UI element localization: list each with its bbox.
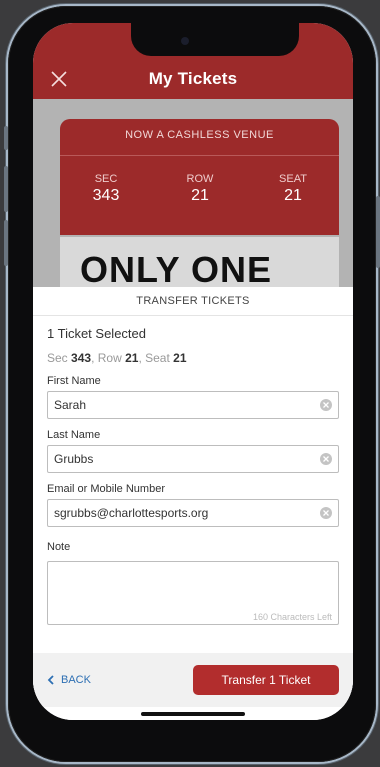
close-button[interactable] [47, 67, 71, 91]
first-name-input[interactable]: Sarah [47, 391, 339, 419]
seat-column: SEAT 21 [263, 173, 323, 205]
back-button[interactable]: BACK [47, 674, 91, 686]
camera-dot [181, 37, 189, 45]
ticket-divider [60, 155, 339, 156]
row-column: ROW 21 [170, 173, 230, 205]
volume-up-button [4, 166, 8, 212]
power-button [376, 196, 380, 268]
row-label: ROW [186, 173, 214, 185]
clear-icon[interactable] [320, 453, 332, 465]
row-value: 21 [191, 187, 209, 204]
sheet-content: 1 Ticket Selected Sec 343, Row 21, Seat … [33, 326, 353, 625]
clear-icon[interactable] [320, 507, 332, 519]
last-name-input[interactable]: Grubbs [47, 445, 339, 473]
action-bar: BACK Transfer 1 Ticket [33, 653, 353, 707]
last-name-value: Grubbs [54, 452, 94, 466]
close-icon [51, 71, 67, 87]
volume-down-button [4, 220, 8, 266]
mute-switch [4, 126, 8, 150]
contact-input[interactable]: sgrubbs@charlottesports.org [47, 499, 339, 527]
seat-value: 21 [284, 187, 302, 204]
seat-line: Sec 343, Row 21, Seat 21 [47, 351, 187, 365]
home-indicator[interactable] [141, 712, 245, 716]
note-field: Note 160 Characters Left [47, 537, 339, 625]
sheet-header: TRANSFER TICKETS [33, 287, 353, 316]
phone-screen: My Tickets NOW A CASHLESS VENUE SEC 343 … [33, 23, 353, 720]
note-textarea[interactable]: 160 Characters Left [47, 561, 339, 625]
seat-line-sec-value: 343 [71, 351, 92, 365]
first-name-label: First Name [47, 375, 101, 387]
first-name-field: First Name Sarah [47, 375, 339, 419]
seat-label: SEAT [279, 173, 307, 185]
seat-line-seat-label: Seat [145, 351, 170, 365]
contact-field: Email or Mobile Number sgrubbs@charlotte… [47, 483, 339, 527]
seat-line-seat-value: 21 [173, 351, 187, 365]
transfer-button[interactable]: Transfer 1 Ticket [193, 665, 339, 695]
first-name-value: Sarah [54, 398, 87, 412]
seat-line-row-label: Row [97, 351, 122, 365]
contact-value: sgrubbs@charlottesports.org [54, 506, 209, 520]
promo-banner: ONLY ONE [60, 237, 339, 287]
banner-text: ONLY ONE [80, 249, 273, 287]
clear-icon[interactable] [320, 399, 332, 411]
venue-note: NOW A CASHLESS VENUE [125, 129, 274, 141]
ticket-card: NOW A CASHLESS VENUE SEC 343 ROW 21 SEAT… [60, 119, 339, 235]
top-navbar: My Tickets [33, 59, 353, 99]
note-label: Note [47, 541, 71, 553]
transfer-sheet: TRANSFER TICKETS 1 Ticket Selected Sec 3… [33, 287, 353, 720]
contact-label: Email or Mobile Number [47, 483, 165, 495]
sec-label: SEC [94, 173, 118, 185]
back-label: BACK [61, 674, 91, 686]
notch [131, 23, 299, 56]
sec-column: SEC 343 [76, 173, 136, 205]
seat-line-sec-label: Sec [47, 351, 68, 365]
seat-line-row-value: 21 [125, 351, 139, 365]
sec-value: 343 [92, 187, 120, 204]
last-name-field: Last Name Grubbs [47, 429, 339, 473]
page-title: My Tickets [148, 69, 238, 88]
note-counter: 160 Characters Left [252, 612, 332, 622]
selected-count: 1 Ticket Selected [47, 326, 146, 341]
chevron-left-icon [47, 675, 54, 685]
last-name-label: Last Name [47, 429, 101, 441]
